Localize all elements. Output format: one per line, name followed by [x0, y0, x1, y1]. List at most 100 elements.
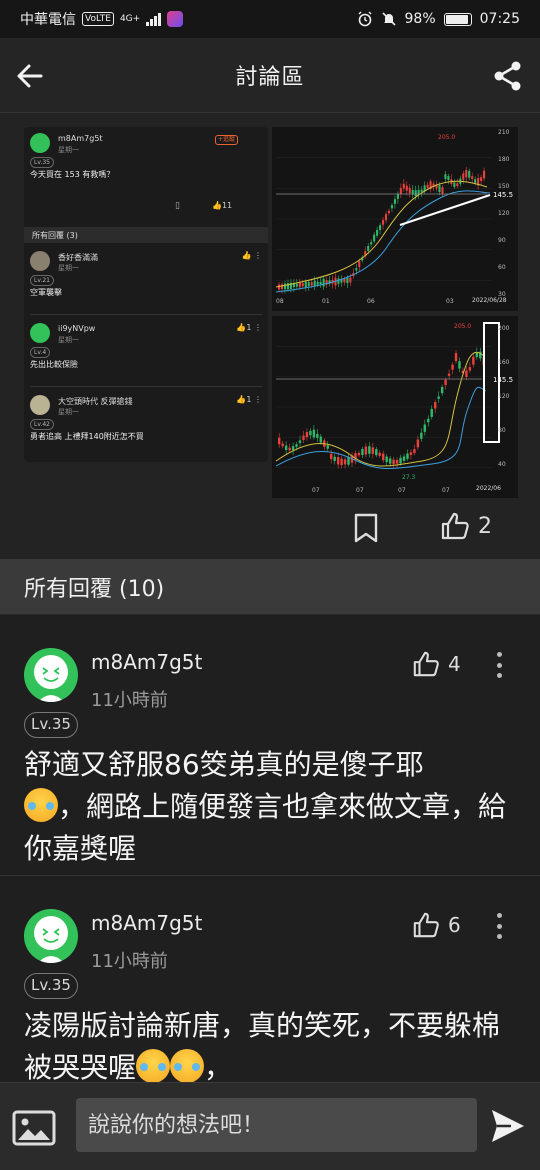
image-upload-button[interactable] — [12, 1110, 56, 1146]
mini-replies-header: 所有回覆 (3) — [24, 227, 268, 243]
moving-average-line — [275, 180, 488, 288]
post-like-button[interactable]: 2 — [440, 511, 492, 541]
mini-time: 星期一 — [58, 336, 79, 344]
candle-body — [420, 189, 423, 192]
candle-body — [298, 440, 302, 444]
stock-chart-weekly[interactable]: 205.0 145.5 27.3 2022/06 200 160 120 80 40 0… — [272, 316, 518, 498]
candle-body — [382, 220, 385, 225]
mini-username: m8Am7g5t — [58, 134, 103, 143]
comment-username[interactable]: m8Am7g5t — [91, 650, 202, 674]
comment-username[interactable]: m8Am7g5t — [91, 911, 202, 935]
network-label: 4G+ — [119, 14, 141, 24]
app-bar: 討論區 — [0, 38, 540, 113]
candle-body — [337, 278, 340, 284]
candle-body — [281, 443, 284, 447]
candle-body — [384, 214, 388, 221]
stock-chart-daily[interactable]: 205.0 145.5 2022/06/28 210 180 150 120 90 60 3… — [272, 127, 518, 311]
attached-screenshot[interactable]: m8Am7g5t 星期一 +追蹤 Lv.35 今天買在 153 有救嗎？ ▯ 👍… — [24, 127, 268, 462]
candle-body — [406, 453, 409, 459]
comment-like-button[interactable]: 4 — [412, 650, 461, 678]
avatar[interactable] — [24, 648, 78, 702]
candle-body — [396, 193, 399, 199]
divider — [30, 386, 262, 387]
level-badge: Lv.35 — [24, 712, 78, 738]
mini-time: 星期一 — [58, 264, 79, 272]
avatar[interactable] — [24, 909, 78, 963]
candle-body — [447, 373, 451, 376]
post-content: m8Am7g5t 星期一 +追蹤 Lv.35 今天買在 153 有救嗎？ ▯ 👍… — [0, 113, 540, 559]
candle-body — [402, 456, 406, 461]
peak-label: 205.0 — [438, 134, 455, 141]
axis-tick-label: 07 — [356, 487, 364, 494]
mini-avatar — [30, 133, 50, 153]
comment-like-count: 4 — [448, 652, 461, 676]
candle-body — [483, 170, 486, 179]
candle-body — [382, 453, 385, 461]
level-badge: Lv.35 — [24, 973, 78, 999]
candle-body — [278, 437, 281, 445]
axis-tick-label: 90 — [498, 237, 506, 244]
mini-level-badge: Lv.42 — [30, 419, 54, 430]
mini-username: 香好香滿滿 — [58, 253, 98, 262]
mini-bookmark-icon: ▯ — [175, 201, 180, 211]
send-button[interactable] — [490, 1107, 526, 1145]
candle-body — [468, 170, 471, 178]
candle-body — [357, 452, 361, 456]
date-label: 2022/06 — [476, 485, 501, 492]
peak-label: 205.0 — [454, 323, 471, 330]
mini-time: 星期一 — [58, 146, 79, 154]
candle-body — [426, 184, 429, 188]
date-label: 2022/06/28 — [472, 297, 507, 304]
candle-body — [312, 429, 316, 438]
share-button[interactable] — [488, 56, 528, 96]
candle-body — [441, 187, 444, 195]
candle-body — [405, 185, 408, 191]
mini-like: 👍 ⋮ — [241, 251, 262, 260]
share-icon — [494, 61, 521, 91]
candle-body — [444, 174, 447, 180]
axis-tick-label: 30 — [498, 291, 506, 298]
comment-like-count: 6 — [448, 913, 461, 937]
more-options-button[interactable] — [492, 652, 506, 678]
thumbs-up-icon — [413, 651, 439, 677]
candle-body — [291, 446, 295, 451]
laughing-crying-emoji-icon — [24, 788, 58, 822]
mini-avatar — [30, 251, 50, 271]
candle-body — [295, 283, 298, 287]
candle-body — [480, 177, 483, 181]
candle-body — [349, 277, 352, 283]
back-button[interactable] — [10, 56, 50, 96]
comment-text-part: 舒適又舒服86筊弟真的是傻子耶 — [24, 748, 424, 781]
comment-input[interactable] — [76, 1098, 477, 1152]
mini-avatar — [30, 323, 50, 343]
thumbs-up-icon — [441, 512, 469, 540]
comment-time: 11小時前 — [91, 690, 168, 711]
clock: 07:25 — [479, 11, 520, 27]
price-label: 145.5 — [493, 376, 513, 384]
candle-body — [333, 456, 336, 461]
more-options-button[interactable] — [492, 913, 506, 939]
alarm-icon — [358, 11, 372, 27]
candle-body — [302, 435, 305, 440]
candle-body — [395, 459, 399, 464]
candle-body — [447, 176, 450, 180]
candle-body — [370, 242, 373, 245]
candle-body — [440, 386, 444, 394]
candle-body — [438, 185, 441, 193]
mini-like-count: 11 — [221, 201, 233, 210]
comment-time: 11小時前 — [91, 951, 168, 972]
mini-avatar — [30, 395, 50, 415]
candle-body — [358, 261, 361, 268]
smiley-avatar-icon — [34, 916, 68, 963]
battery-percent: 98% — [404, 11, 436, 27]
carrier-label: 中華電信 — [20, 12, 76, 28]
comment-text-part: 凌陽版討論新唐，真的笑死，不要躲棉被哭哭喔 — [24, 1009, 501, 1084]
mini-question-actions: ▯ 👍11 — [30, 201, 262, 217]
bookmark-button[interactable] — [352, 513, 380, 543]
candle-body — [390, 205, 393, 209]
mini-time: 星期一 — [58, 408, 79, 416]
axis-tick-label: 60 — [498, 264, 506, 271]
low-label: 27.3 — [402, 474, 416, 481]
candle-body — [330, 453, 333, 460]
comment-like-button[interactable]: 6 — [412, 911, 461, 939]
